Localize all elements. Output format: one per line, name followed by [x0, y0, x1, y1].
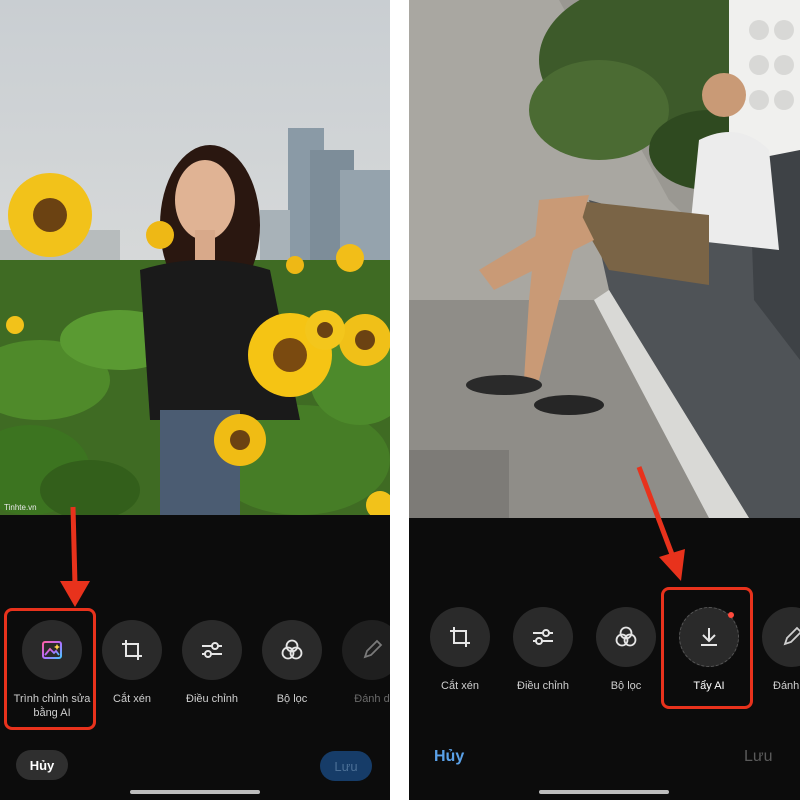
cancel-button[interactable]: Hủy	[16, 750, 68, 780]
tool-circle	[102, 620, 162, 680]
tool-markup[interactable]: Đánh	[749, 607, 800, 693]
highlight-box-ai-eraser	[661, 587, 753, 709]
tool-crop[interactable]: Cắt xén	[417, 607, 503, 693]
tool-circle	[430, 607, 490, 667]
tool-label: Điều chỉnh	[186, 693, 238, 705]
tool-circle	[342, 620, 390, 680]
tool-adjust[interactable]: Điều chỉnh	[500, 607, 586, 693]
home-indicator	[130, 790, 260, 794]
tool-adjust[interactable]: Điều chỉnh	[169, 620, 255, 706]
tool-label: Đánh	[773, 680, 800, 692]
street-photo	[409, 0, 800, 518]
filters-icon	[615, 626, 637, 647]
tool-label: Cắt xén	[113, 693, 151, 705]
adjust-sliders-icon	[202, 642, 222, 658]
tool-circle	[513, 607, 573, 667]
watermark-text: Tinhte.vn	[4, 503, 37, 512]
tool-label: Cắt xén	[441, 680, 479, 692]
left-screen: Tinhte.vn Trình chỉnh sửa bằng AI Cắt xé…	[0, 0, 390, 800]
arrow-pointer	[60, 506, 90, 607]
tool-filters[interactable]: Bộ lọc	[249, 620, 335, 706]
crop-icon	[122, 640, 142, 660]
adjust-sliders-icon	[533, 629, 553, 645]
tool-circle	[762, 607, 800, 667]
save-button[interactable]: Lưu	[744, 748, 773, 766]
tool-crop[interactable]: Cắt xén	[89, 620, 175, 706]
filters-icon	[281, 639, 303, 660]
markup-pen-icon	[783, 626, 800, 646]
cancel-button[interactable]: Hủy	[434, 748, 464, 766]
tool-label: Bộ lọc	[610, 680, 642, 692]
tool-circle	[596, 607, 656, 667]
tool-label: Đánh d	[354, 693, 390, 705]
sunflower-photo	[0, 0, 390, 515]
home-indicator	[539, 790, 669, 794]
crop-icon	[450, 627, 470, 647]
tool-circle	[182, 620, 242, 680]
right-screen: Cắt xén Điều chỉnh Bộ lọc Tẩy AI Đánh Hủ…	[409, 0, 800, 800]
tool-label: Điều chỉnh	[517, 680, 569, 692]
save-button[interactable]: Lưu	[320, 751, 372, 781]
highlight-box-ai-editor	[4, 608, 96, 730]
markup-pen-icon	[363, 639, 383, 659]
tool-markup[interactable]: Đánh d	[329, 620, 390, 706]
tool-label: Bộ lọc	[276, 693, 308, 705]
tool-filters[interactable]: Bộ lọc	[583, 607, 669, 693]
tool-circle	[262, 620, 322, 680]
